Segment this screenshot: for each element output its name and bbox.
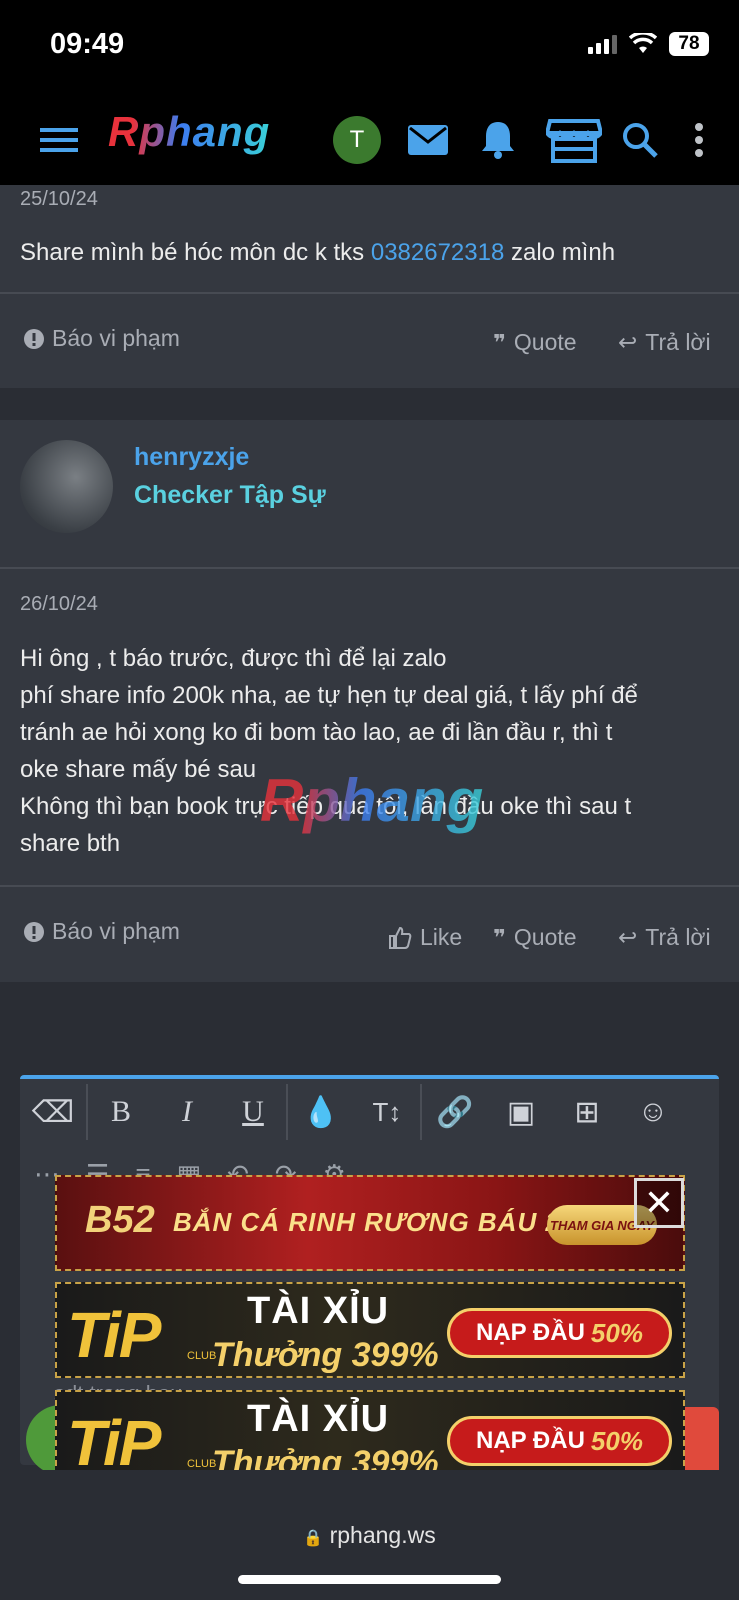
- quote-icon: ❞: [493, 924, 506, 950]
- home-indicator[interactable]: [238, 1575, 501, 1584]
- reply-button[interactable]: ↩ Trả lời: [618, 329, 711, 356]
- ad-banner-tip[interactable]: TiP CLUB TÀI XỈU Thưởng 399% NẠP ĐẦU 50%: [55, 1282, 685, 1378]
- post-1-text: Share mình bé hóc môn dc k tks: [20, 239, 371, 266]
- emoji-icon[interactable]: ☺: [620, 1079, 686, 1145]
- battery-indicator: 78: [669, 32, 709, 56]
- report-label: Báo vi phạm: [52, 325, 180, 351]
- post-2-user-title: Checker Tập Sự: [134, 481, 326, 509]
- quote-button[interactable]: ❞ Quote: [493, 329, 577, 356]
- report-label: Báo vi phạm: [52, 918, 180, 944]
- url-text: rphang.ws: [329, 1522, 436, 1548]
- post-1-text-end: zalo mình: [504, 239, 616, 266]
- status-bar: 09:49 78: [0, 0, 739, 95]
- image-icon[interactable]: ▣: [488, 1079, 554, 1145]
- post-1-message: Share mình bé hóc môn dc k tks 038267231…: [20, 234, 720, 271]
- avatar: T: [333, 116, 381, 164]
- like-label: Like: [420, 924, 463, 950]
- ad-tip-cta-label: NẠP ĐẦU: [476, 1427, 585, 1454]
- ad-tip-logo: TiP: [67, 1299, 161, 1371]
- ad-banner-b52[interactable]: B52 BẮN CÁ RINH RƯƠNG BÁU 2,5M THAM GIA …: [55, 1175, 685, 1271]
- cellular-signal-icon: [588, 34, 617, 54]
- video-icon[interactable]: ⊞: [554, 1079, 620, 1145]
- underline-icon[interactable]: U: [220, 1079, 286, 1145]
- divider: [0, 567, 739, 569]
- user-avatar[interactable]: [20, 440, 113, 533]
- close-icon[interactable]: ✕: [634, 1178, 684, 1228]
- ad-tip-title: TÀI XỈU: [247, 1398, 390, 1440]
- wifi-icon: [629, 33, 657, 53]
- reply-button[interactable]: ↩ Trả lời: [618, 924, 711, 951]
- ad-tip-logo: TiP: [67, 1407, 161, 1479]
- quote-label: Quote: [513, 329, 577, 355]
- like-button[interactable]: Like: [388, 924, 462, 951]
- editor-toolbar: ⌫ B I U 💧 T↕ 🔗 ▣ ⊞ ☺: [20, 1079, 719, 1145]
- url-display[interactable]: 🔒 rphang.ws: [0, 1522, 739, 1549]
- post-1: [0, 185, 739, 388]
- color-drop-icon[interactable]: 💧: [288, 1079, 354, 1145]
- post-1-date: 25/10/24: [20, 188, 98, 210]
- menu-icon[interactable]: [38, 95, 80, 185]
- eraser-icon[interactable]: ⌫: [20, 1079, 86, 1145]
- report-button[interactable]: Báo vi phạm: [24, 918, 180, 945]
- bold-icon[interactable]: B: [88, 1079, 154, 1145]
- user-avatar-button[interactable]: T: [332, 95, 382, 185]
- reply-icon: ↩: [618, 924, 638, 950]
- ad-b52-text: BẮN CÁ RINH RƯƠNG BÁU 2,5M: [173, 1207, 608, 1237]
- post-2-date: 26/10/24: [20, 593, 98, 615]
- bell-icon[interactable]: [477, 95, 519, 185]
- reply-icon: ↩: [618, 329, 638, 355]
- store-icon[interactable]: [545, 95, 603, 185]
- ad-tip-cta-label: NẠP ĐẦU: [476, 1319, 585, 1346]
- status-time: 09:49: [50, 28, 125, 60]
- reply-label: Trả lời: [645, 924, 711, 950]
- italic-icon[interactable]: I: [154, 1079, 220, 1145]
- ad-b52-logo: B52: [85, 1199, 155, 1241]
- divider: [0, 885, 739, 887]
- ad-tip-cta-percent: 50%: [590, 1425, 643, 1456]
- ad-tip-subtitle: Thưởng 399%: [212, 1336, 439, 1374]
- warning-icon: [24, 921, 44, 942]
- quote-icon: ❞: [493, 329, 506, 355]
- ad-tip-title: TÀI XỈU: [247, 1290, 390, 1332]
- ad-tip-cta[interactable]: NẠP ĐẦU 50%: [447, 1308, 672, 1358]
- ad-tip-cta-percent: 50%: [590, 1317, 643, 1348]
- search-icon[interactable]: [620, 95, 660, 185]
- more-options-icon[interactable]: [686, 95, 712, 185]
- ad-tip-cta[interactable]: NẠP ĐẦU 50%: [447, 1416, 672, 1466]
- quote-label: Quote: [513, 924, 577, 950]
- thumbs-up-icon: [389, 926, 412, 949]
- report-button[interactable]: Báo vi phạm: [24, 325, 180, 352]
- lock-icon: 🔒: [303, 1530, 324, 1547]
- status-icons: 78: [588, 32, 709, 56]
- link-icon[interactable]: 🔗: [422, 1079, 488, 1145]
- divider: [0, 292, 739, 294]
- phone-link[interactable]: 0382672318: [371, 239, 504, 266]
- quote-button[interactable]: ❞ Quote: [493, 924, 577, 951]
- mail-icon[interactable]: [404, 95, 452, 185]
- post-2-username[interactable]: henryzxje: [134, 443, 249, 472]
- warning-icon: [24, 328, 44, 349]
- font-size-icon[interactable]: T↕: [354, 1079, 420, 1145]
- site-logo[interactable]: Rphang: [108, 108, 270, 156]
- reply-label: Trả lời: [645, 329, 711, 355]
- site-watermark: Rphang: [260, 767, 484, 834]
